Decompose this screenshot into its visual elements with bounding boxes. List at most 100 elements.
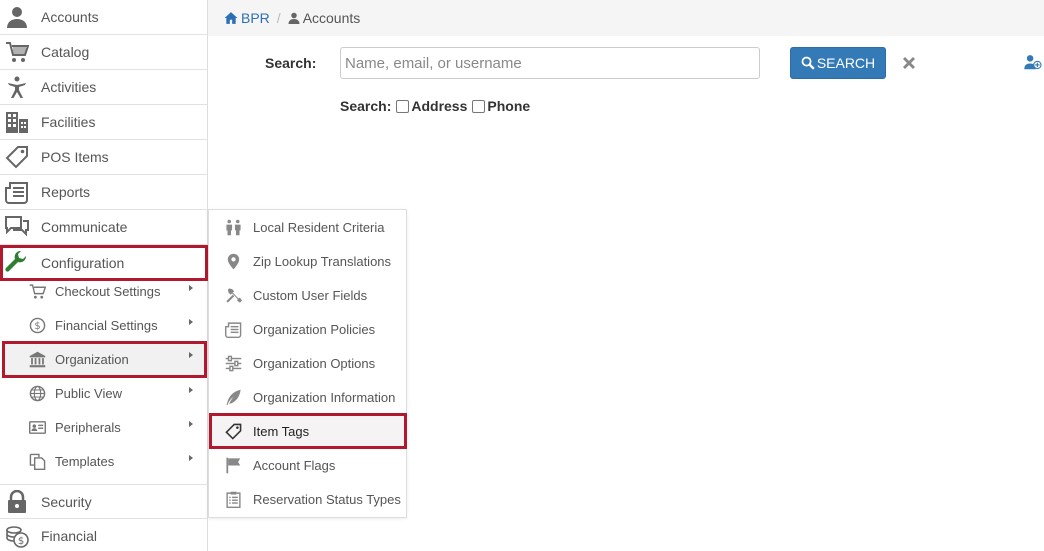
sidebar-subitem-checkout-settings[interactable]: Checkout Settings (2, 274, 207, 308)
copy-icon (20, 453, 54, 470)
sidebar-subitem-organization[interactable]: Organization (2, 341, 207, 378)
search-icon (801, 56, 815, 70)
sidebar-item-catalog[interactable]: Catalog (0, 35, 208, 70)
sidebar-subitem-label: Financial Settings (55, 317, 158, 333)
flyout-item-label: Local Resident Criteria (253, 219, 385, 235)
person-activity-icon (0, 70, 34, 105)
flag-icon (223, 457, 243, 474)
caret-right-icon (189, 352, 193, 358)
building-icon (0, 105, 34, 140)
flyout-item-label: Item Tags (253, 423, 310, 439)
flyout-item-account-flags[interactable]: Account Flags (209, 448, 407, 482)
sidebar-subitem-peripherals[interactable]: Peripherals (2, 410, 207, 444)
caret-right-icon (189, 421, 193, 427)
sidebar-subitem-label: Organization (55, 352, 129, 367)
feather-icon (223, 389, 243, 406)
residents-icon (223, 219, 243, 236)
sidebar-subitem-financial-settings[interactable]: $ Financial Settings (2, 308, 207, 342)
flyout-item-organization-options[interactable]: Organization Options (209, 346, 407, 380)
money-icon: $ (0, 519, 34, 551)
address-checkbox[interactable] (396, 99, 410, 113)
clipboard-icon (223, 491, 243, 508)
sidebar-item-accounts[interactable]: Accounts (0, 0, 208, 35)
flyout-item-item-tags[interactable]: Item Tags (209, 413, 407, 449)
flyout-item-custom-user-fields[interactable]: Custom User Fields (209, 278, 407, 312)
id-card-icon (20, 419, 54, 436)
globe-icon (20, 385, 54, 402)
bank-icon (20, 351, 54, 368)
sidebar-item-facilities[interactable]: Facilities (0, 105, 208, 140)
sidebar-item-reports[interactable]: Reports (0, 175, 208, 210)
search-label: Search: (265, 55, 317, 71)
sidebar-item-label: Reports (41, 184, 91, 200)
lock-icon (0, 484, 34, 519)
sidebar-item-activities[interactable]: Activities (0, 70, 208, 105)
clear-search-button[interactable] (900, 53, 918, 73)
add-user-icon (1024, 55, 1042, 70)
search-button-label: SEARCH (816, 55, 876, 71)
sidebar-subitem-label: Templates (55, 453, 115, 469)
sidebar-item-communicate[interactable]: Communicate (0, 210, 208, 245)
sidebar-item-label: Configuration (41, 254, 125, 271)
tag-icon (223, 423, 243, 440)
flyout-item-label: Zip Lookup Translations (253, 253, 392, 269)
breadcrumb: BPR / Accounts (208, 0, 1044, 36)
search-button[interactable]: SEARCH (790, 47, 886, 79)
flyout-item-organization-policies[interactable]: Organization Policies (209, 312, 407, 346)
user-icon (0, 0, 34, 35)
sidebar-subitem-public-view[interactable]: Public View (2, 376, 207, 410)
sidebar-subitem-templates[interactable]: Templates (2, 444, 207, 478)
caret-right-icon (189, 285, 193, 291)
sliders-icon (223, 355, 243, 372)
breadcrumb-home-link[interactable]: BPR (224, 10, 270, 26)
reports-icon (0, 175, 34, 210)
caret-right-icon (189, 319, 193, 325)
dollar-circle-icon: $ (20, 317, 54, 334)
phone-checkbox[interactable] (472, 99, 486, 113)
sidebar-item-security[interactable]: Security (0, 484, 208, 519)
flyout-item-organization-information[interactable]: Organization Information (209, 380, 407, 414)
sidebar-item-financial[interactable]: $ Financial (0, 519, 208, 551)
flyout-item-local-resident-criteria[interactable]: Local Resident Criteria (209, 210, 407, 244)
sidebar-item-label: Accounts (41, 9, 99, 25)
cart-icon (20, 283, 54, 300)
flyout-item-label: Account Flags (253, 457, 336, 473)
sidebar-subitem-label: Checkout Settings (55, 283, 161, 299)
tag-icon (0, 140, 34, 175)
sidebar-subitem-label: Public View (55, 385, 122, 401)
sidebar-item-label: Catalog (41, 44, 90, 60)
svg-text:$: $ (18, 536, 24, 547)
sidebar-item-label: Security (41, 493, 92, 510)
breadcrumb-separator: / (276, 10, 281, 26)
search-options: Search: Address Phone (340, 98, 530, 114)
sidebar-item-pos-items[interactable]: POS Items (0, 140, 208, 175)
flyout-item-reservation-status-types[interactable]: Reservation Status Types (209, 482, 407, 516)
tools-icon (223, 287, 243, 304)
sidebar-subitem-label: Peripherals (55, 419, 121, 435)
search-input[interactable] (340, 47, 760, 79)
breadcrumb-current-label: Accounts (302, 10, 361, 26)
flyout-item-zip-lookup-translations[interactable]: Zip Lookup Translations (209, 244, 407, 278)
flyout-item-label: Custom User Fields (253, 287, 368, 303)
flyout-item-label: Organization Options (253, 355, 376, 371)
user-icon (288, 12, 300, 24)
breadcrumb-current: Accounts (288, 10, 361, 26)
sidebar-item-label: Financial (41, 528, 98, 544)
add-account-button[interactable] (1024, 54, 1044, 72)
sidebar-item-label: POS Items (41, 149, 109, 165)
close-icon (903, 57, 915, 69)
caret-right-icon (189, 455, 193, 461)
chat-icon (0, 210, 34, 245)
search-options-label: Search: (340, 98, 392, 114)
caret-right-icon (189, 387, 193, 393)
policies-icon (223, 321, 243, 338)
flyout-item-label: Organization Policies (253, 321, 376, 337)
cart-icon (0, 35, 34, 70)
map-pin-icon (223, 253, 243, 270)
sidebar-item-label: Facilities (41, 114, 96, 130)
flyout-item-label: Organization Information (253, 389, 396, 405)
sidebar: Accounts Catalog Activities Facilities P… (0, 0, 208, 551)
address-checkbox-label: Address (411, 98, 468, 114)
home-icon (224, 12, 238, 24)
sidebar-item-label: Communicate (41, 219, 128, 235)
